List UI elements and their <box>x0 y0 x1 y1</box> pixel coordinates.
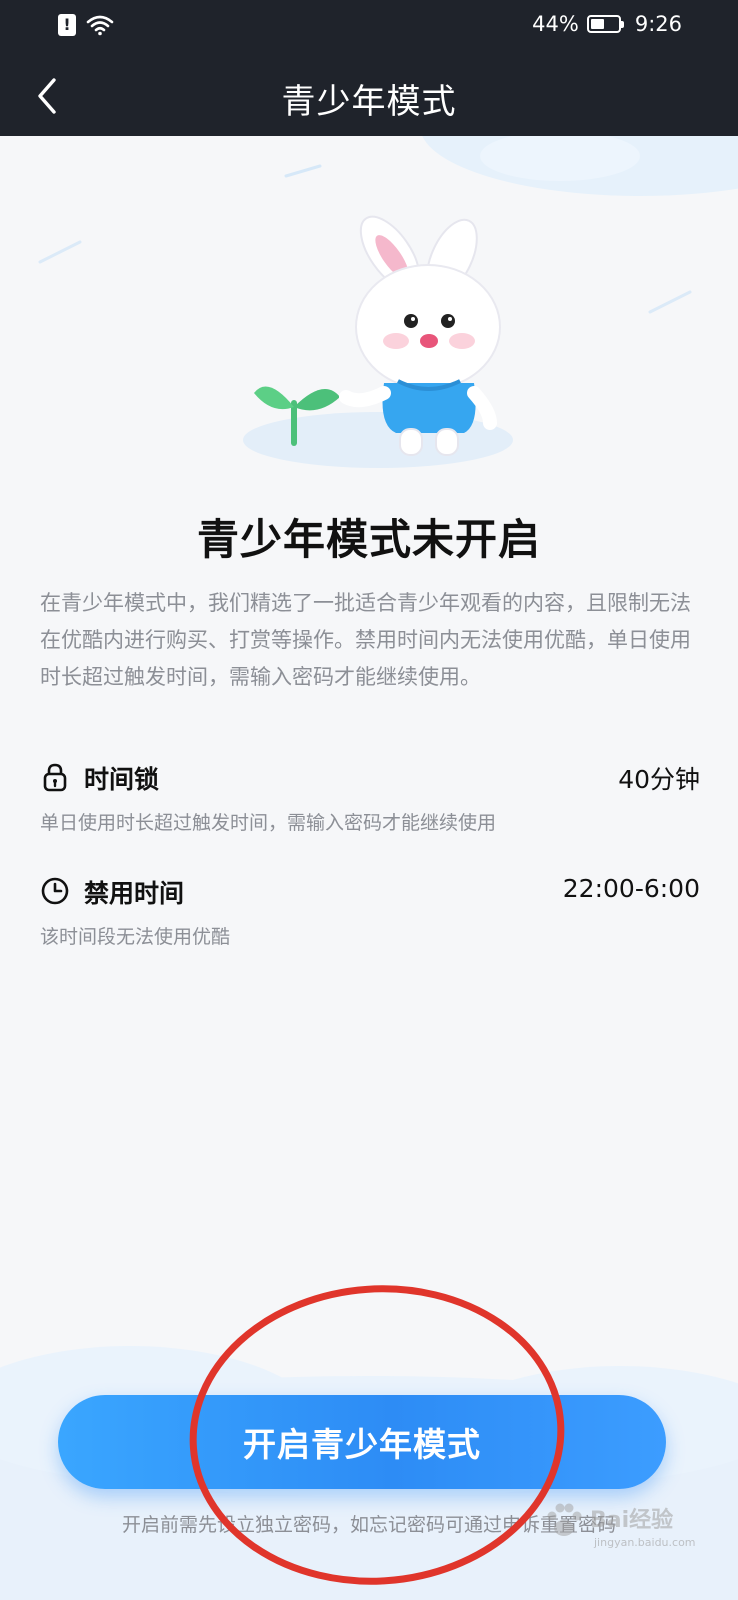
setting-row: 禁用时间 22:00-6:00 <box>40 872 700 912</box>
enable-youth-mode-button[interactable]: 开启青少年模式 <box>58 1395 666 1489</box>
nav-header: 青少年模式 <box>0 56 738 136</box>
page-title: 青少年模式 <box>281 82 457 122</box>
battery-icon <box>586 15 624 33</box>
setting-label: 禁用时间 <box>84 879 185 908</box>
status-left: ! <box>58 14 114 36</box>
status-bar: ! 44% 9:26 <box>0 0 738 56</box>
password-footnote: 开启前需先设立独立密码，如忘记密码可通过申诉重置密码 <box>121 1514 616 1536</box>
setting-description: 单日使用时长超过触发时间，需输入密码才能继续使用 <box>40 812 497 834</box>
battery-percent: 44% <box>532 12 579 36</box>
mode-description: 在青少年模式中，我们精选了一批适合青少年观看的内容，且限制无法在优酷内进行购买、… <box>40 591 691 689</box>
setting-label: 时间锁 <box>84 765 160 794</box>
status-right: 44% 9:26 <box>532 12 682 36</box>
alert-icon: ! <box>58 14 76 36</box>
bunny-mascot-illustration <box>243 215 513 468</box>
wifi-icon <box>86 15 114 36</box>
setting-disabled-time: 禁用时间 22:00-6:00 该时间段无法使用优酷 <box>40 872 700 949</box>
lock-icon <box>43 763 67 792</box>
setting-row: 时间锁 40分钟 <box>40 758 700 798</box>
setting-value: 40分钟 <box>618 765 700 794</box>
clock-icon <box>41 877 69 905</box>
clock-time: 9:26 <box>634 12 682 36</box>
top-bar: ! 44% 9:26 青少年模式 <box>0 0 738 136</box>
setting-value: 22:00-6:00 <box>562 874 700 903</box>
setting-time-lock: 时间锁 40分钟 单日使用时长超过触发时间，需输入密码才能继续使用 <box>40 758 700 835</box>
mode-status-title: 青少年模式未开启 <box>196 515 541 564</box>
watermark-url: jingyan.baidu.com <box>594 1536 696 1549</box>
setting-description: 该时间段无法使用优酷 <box>40 926 231 948</box>
